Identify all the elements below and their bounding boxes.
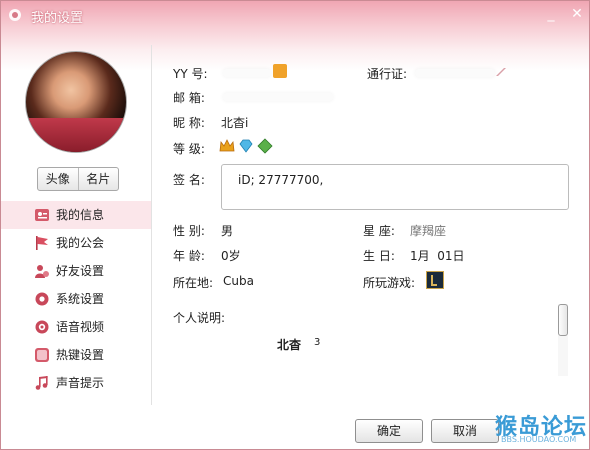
- avatar-button[interactable]: 头像: [38, 168, 79, 190]
- flag-icon: [36, 236, 48, 250]
- game-lol-icon[interactable]: [426, 271, 444, 289]
- sidebar-item-label: 我的公会: [56, 236, 105, 250]
- sidebar-item-label: 语音视频: [56, 320, 105, 334]
- games-label: 所玩游戏:: [363, 276, 416, 290]
- location-value: Cuba: [223, 274, 254, 288]
- email-label: 邮 箱:: [173, 91, 205, 105]
- email-value: [223, 93, 333, 101]
- close-button[interactable]: ✕: [567, 5, 587, 23]
- bio-name: 北杳: [277, 338, 302, 352]
- sidebar-item-hotkey-settings[interactable]: 热键设置: [1, 341, 151, 369]
- age-label: 年 龄:: [173, 249, 205, 263]
- sidebar-item-label: 系统设置: [56, 292, 105, 306]
- sidebar-item-label: 我的信息: [56, 208, 105, 222]
- nickname-label: 昵 称:: [173, 116, 205, 130]
- sidebar-item-label: 声音提示: [56, 376, 105, 390]
- sidebar-item-label: 热键设置: [56, 348, 105, 362]
- sidebar: 头像 名片 我的信息 我的公会 好友设置 系统设置 语音视频 热键设置 声音提示: [1, 1, 151, 449]
- nickname-value: 北杳i: [221, 116, 249, 130]
- avatar-shirt: [26, 118, 126, 152]
- bio-label: 个人说明:: [173, 311, 226, 325]
- profile-card-icon: [35, 209, 49, 221]
- webcam-icon: [35, 320, 49, 334]
- watermark-url: BBS.HOUDAO.COM: [501, 435, 577, 444]
- sidebar-nav: 我的信息 我的公会 好友设置 系统设置 语音视频 热键设置 声音提示: [1, 201, 151, 397]
- sidebar-item-system-settings[interactable]: 系统设置: [1, 285, 151, 313]
- vip-badge-icon: [273, 64, 287, 78]
- crown-icon: [219, 139, 235, 152]
- pass-value: [415, 69, 495, 77]
- zodiac-label: 星 座:: [363, 224, 395, 238]
- leaf-level-icon: [257, 138, 273, 154]
- card-button[interactable]: 名片: [79, 168, 119, 190]
- sidebar-item-voice-video[interactable]: 语音视频: [1, 313, 151, 341]
- signature-field[interactable]: iD; 27777700,: [221, 164, 569, 210]
- signature-label: 签 名:: [173, 173, 205, 187]
- pencil-icon[interactable]: [495, 67, 507, 77]
- birthday-value: 1月 01日: [410, 249, 465, 263]
- keyboard-icon: [35, 348, 49, 362]
- yy-number-label: YY 号:: [173, 67, 208, 81]
- location-label: 所在地:: [173, 276, 214, 290]
- sidebar-divider: [151, 45, 152, 405]
- ok-button[interactable]: 确定: [355, 419, 423, 443]
- sidebar-item-sound-alerts[interactable]: 声音提示: [1, 369, 151, 397]
- signature-text: iD; 27777700,: [238, 173, 324, 187]
- bio-number: 3: [314, 337, 321, 348]
- music-note-icon: [35, 376, 48, 390]
- avatar[interactable]: [25, 51, 127, 153]
- sidebar-item-friend-settings[interactable]: 好友设置: [1, 257, 151, 285]
- settings-window: 我的设置 _ ✕ 头像 名片 我的信息 我的公会 好友设置 系统设置 语音视频 …: [0, 0, 590, 450]
- level-label: 等 级:: [173, 142, 205, 156]
- cancel-button[interactable]: 取消: [431, 419, 499, 443]
- sidebar-item-my-guild[interactable]: 我的公会: [1, 229, 151, 257]
- zodiac-value: 摩羯座: [410, 224, 447, 238]
- age-value: 0岁: [221, 249, 241, 263]
- bio-scrollbar[interactable]: [558, 304, 568, 376]
- birthday-label: 生 日:: [363, 249, 395, 263]
- sidebar-item-label: 好友设置: [56, 264, 105, 278]
- gender-value: 男: [221, 224, 234, 238]
- avatar-button-group: 头像 名片: [37, 167, 119, 191]
- minimize-button[interactable]: _: [541, 5, 561, 23]
- pass-label: 通行证:: [367, 67, 408, 81]
- gear-icon: [35, 292, 49, 306]
- scrollbar-thumb[interactable]: [558, 304, 568, 336]
- yy-number-value: [223, 69, 271, 77]
- gender-label: 性 别:: [173, 224, 205, 238]
- diamond-icon: [239, 139, 253, 153]
- friends-gear-icon: [35, 265, 49, 278]
- sidebar-item-my-info[interactable]: 我的信息: [1, 201, 151, 229]
